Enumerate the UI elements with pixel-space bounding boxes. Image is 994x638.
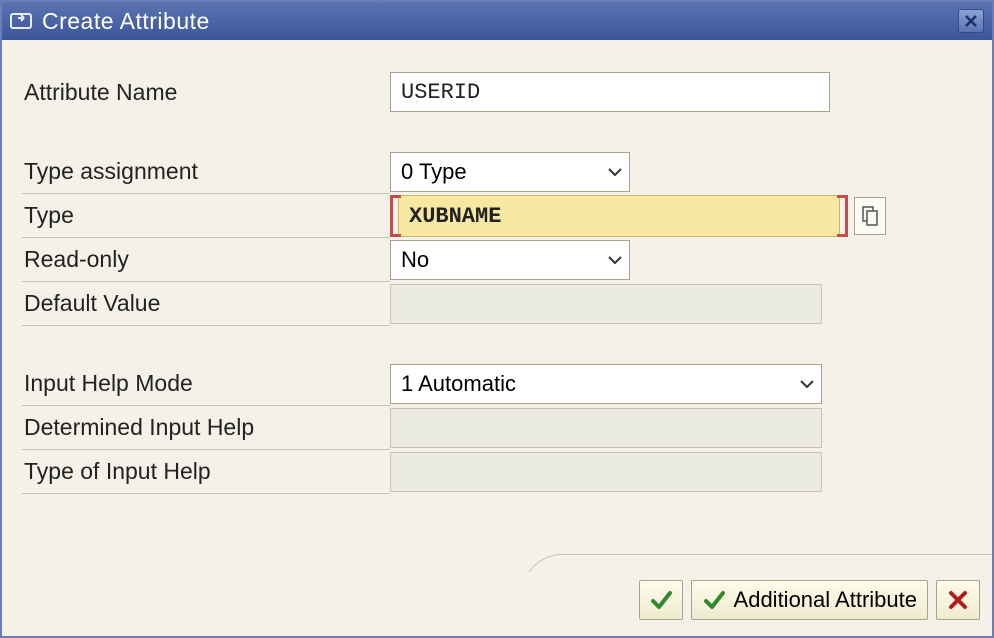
type-input[interactable] — [398, 195, 840, 237]
default-value-field[interactable] — [390, 284, 822, 324]
window-title: Create Attribute — [42, 8, 210, 35]
chevron-down-icon — [607, 254, 623, 266]
search-help-icon — [861, 205, 879, 227]
check-icon — [702, 588, 726, 612]
label-type: Type — [22, 194, 390, 238]
required-bracket-left — [390, 195, 398, 237]
close-icon — [964, 14, 978, 28]
label-determined-input-help: Determined Input Help — [22, 406, 390, 450]
read-only-value: No — [401, 247, 429, 273]
dialog-footer: Additional Attribute — [2, 572, 992, 636]
input-help-mode-value: 1 Automatic — [401, 371, 516, 397]
window-close-button[interactable] — [958, 9, 984, 33]
type-assignment-value: 0 Type — [401, 159, 467, 185]
chevron-down-icon — [607, 166, 623, 178]
determined-input-help-field — [390, 408, 822, 448]
dialog-create-attribute: Create Attribute Attribute Name Type ass… — [0, 0, 994, 638]
window-icon — [10, 11, 32, 31]
cancel-icon — [947, 589, 969, 611]
cancel-button[interactable] — [936, 580, 980, 620]
confirm-button[interactable] — [639, 580, 683, 620]
required-bracket-right — [840, 195, 848, 237]
label-default-value: Default Value — [22, 282, 390, 326]
titlebar: Create Attribute — [2, 2, 992, 40]
label-read-only: Read-only — [22, 238, 390, 282]
label-type-of-input-help: Type of Input Help — [22, 450, 390, 494]
label-type-assignment: Type assignment — [22, 150, 390, 194]
check-icon — [649, 588, 673, 612]
type-assignment-select[interactable]: 0 Type — [390, 152, 630, 192]
search-help-button[interactable] — [854, 197, 886, 235]
additional-attribute-label: Additional Attribute — [734, 587, 917, 613]
attribute-name-input[interactable] — [390, 72, 830, 112]
label-input-help-mode: Input Help Mode — [22, 362, 390, 406]
form-area: Attribute Name Type assignment 0 Type Ty… — [2, 40, 992, 572]
label-attribute-name: Attribute Name — [22, 70, 390, 114]
footer-divider — [522, 554, 992, 572]
additional-attribute-button[interactable]: Additional Attribute — [691, 580, 928, 620]
input-help-mode-select[interactable]: 1 Automatic — [390, 364, 822, 404]
read-only-select[interactable]: No — [390, 240, 630, 280]
type-of-input-help-field — [390, 452, 822, 492]
chevron-down-icon — [799, 378, 815, 390]
